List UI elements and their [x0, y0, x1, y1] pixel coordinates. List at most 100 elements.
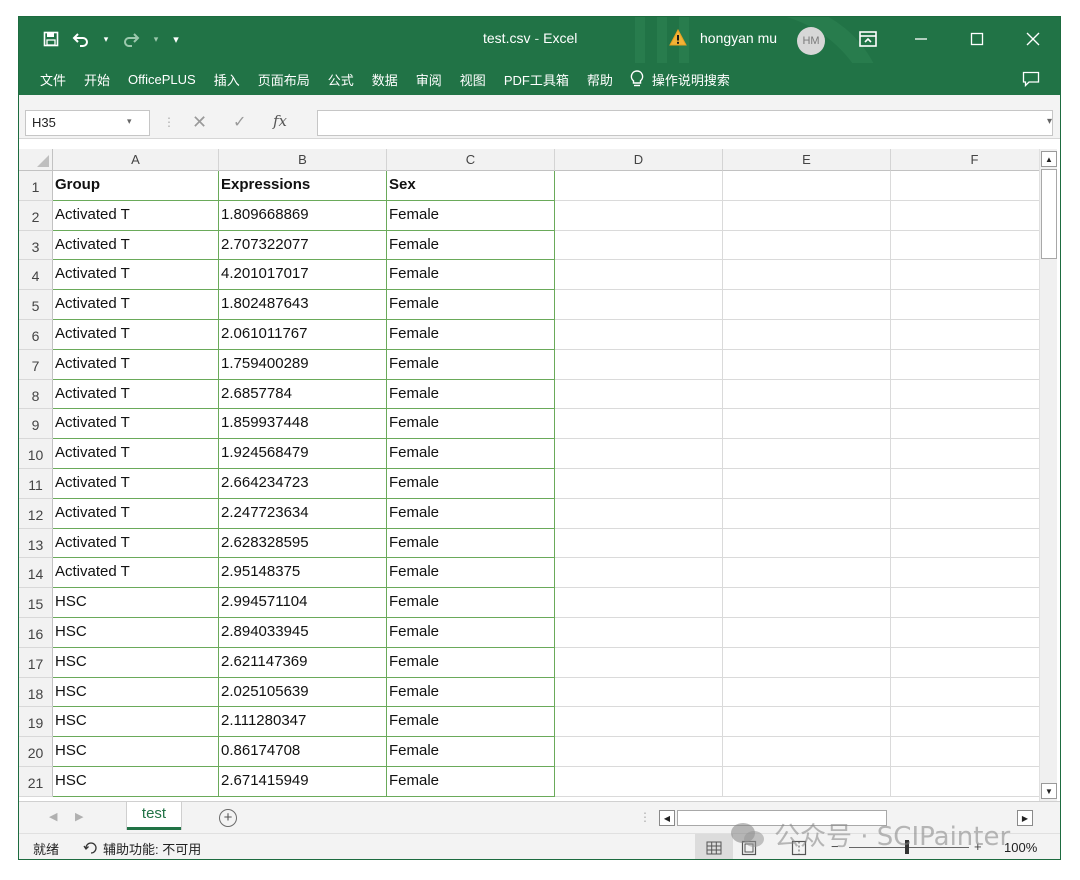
tell-me-search[interactable]: 操作说明搜索 [630, 70, 730, 89]
row-header[interactable]: 6 [19, 319, 53, 350]
cell-c[interactable]: Female [387, 319, 555, 350]
cell-e[interactable] [723, 588, 891, 618]
cell-f[interactable] [891, 380, 1039, 410]
avatar[interactable]: HM [797, 27, 825, 55]
cell-f[interactable] [891, 171, 1039, 201]
redo-dropdown-icon[interactable]: ▾ [151, 29, 161, 49]
row-header[interactable]: 3 [19, 230, 53, 261]
tab-review[interactable]: 审阅 [407, 70, 451, 89]
column-header-c[interactable]: C [387, 149, 555, 171]
cell-b[interactable]: 0.86174708 [219, 737, 387, 767]
cell-b[interactable]: 2.894033945 [219, 617, 387, 648]
cell-c[interactable]: Female [387, 409, 555, 440]
tab-view[interactable]: 视图 [451, 70, 495, 89]
row-header[interactable]: 18 [19, 677, 53, 708]
cell-d[interactable] [555, 588, 723, 618]
cell-a[interactable]: Group [53, 171, 219, 201]
insert-function-button[interactable]: fx [273, 112, 287, 130]
cell-b[interactable]: 2.628328595 [219, 528, 387, 559]
cell-a[interactable]: HSC [53, 707, 219, 738]
row-header[interactable]: 17 [19, 647, 53, 678]
scroll-down-icon[interactable]: ▼ [1041, 783, 1057, 799]
cell-e[interactable] [723, 766, 891, 797]
cell-e[interactable] [723, 677, 891, 708]
column-header-a[interactable]: A [53, 149, 219, 171]
scroll-left-icon[interactable]: ◀ [659, 810, 675, 826]
cell-d[interactable] [555, 439, 723, 469]
cell-b[interactable]: 4.201017017 [219, 260, 387, 291]
cell-c[interactable]: Female [387, 200, 555, 231]
cell-a[interactable]: HSC [53, 588, 219, 618]
cell-c[interactable]: Female [387, 468, 555, 499]
cell-e[interactable] [723, 439, 891, 469]
cell-c[interactable]: Female [387, 379, 555, 410]
customize-toolbar-icon[interactable]: ▾ [171, 29, 181, 49]
row-header[interactable]: 20 [19, 737, 53, 767]
cell-f[interactable] [891, 469, 1039, 499]
cell-a[interactable]: HSC [53, 617, 219, 648]
cell-e[interactable] [723, 379, 891, 410]
row-header[interactable]: 12 [19, 498, 53, 529]
cell-a[interactable]: Activated T [53, 200, 219, 231]
cell-c[interactable]: Female [387, 588, 555, 618]
cell-f[interactable] [891, 201, 1039, 231]
cell-d[interactable] [555, 647, 723, 678]
cell-f[interactable] [891, 231, 1039, 261]
cell-c[interactable]: Sex [387, 171, 555, 201]
cell-a[interactable]: Activated T [53, 319, 219, 350]
cell-a[interactable]: Activated T [53, 260, 219, 291]
cell-e[interactable] [723, 349, 891, 380]
cell-f[interactable] [891, 618, 1039, 648]
cell-f[interactable] [891, 529, 1039, 559]
cell-e[interactable] [723, 737, 891, 767]
maximize-icon[interactable] [963, 25, 991, 53]
row-header[interactable]: 2 [19, 200, 53, 231]
cell-d[interactable] [555, 349, 723, 380]
cell-d[interactable] [555, 200, 723, 231]
cell-d[interactable] [555, 766, 723, 797]
cell-e[interactable] [723, 230, 891, 261]
tab-data[interactable]: 数据 [363, 70, 407, 89]
cell-f[interactable] [891, 737, 1039, 767]
cell-b[interactable]: 2.994571104 [219, 588, 387, 618]
cell-c[interactable]: Female [387, 290, 555, 320]
cell-f[interactable] [891, 290, 1039, 320]
cell-d[interactable] [555, 528, 723, 559]
cell-d[interactable] [555, 230, 723, 261]
cell-a[interactable]: Activated T [53, 409, 219, 440]
cell-a[interactable]: Activated T [53, 468, 219, 499]
cell-b[interactable]: 1.809668869 [219, 200, 387, 231]
cell-c[interactable]: Female [387, 617, 555, 648]
select-all-button[interactable] [19, 149, 53, 171]
cell-d[interactable] [555, 319, 723, 350]
prev-sheet-icon[interactable]: ◀ [49, 810, 57, 823]
cell-b[interactable]: 2.247723634 [219, 498, 387, 529]
add-sheet-button[interactable]: + [219, 809, 237, 827]
column-header-e[interactable]: E [723, 149, 891, 171]
cell-c[interactable]: Female [387, 647, 555, 678]
row-header[interactable]: 14 [19, 558, 53, 589]
tab-page-layout[interactable]: 页面布局 [249, 70, 319, 89]
name-box-dropdown-icon[interactable]: ▾ [127, 116, 132, 127]
cell-a[interactable]: Activated T [53, 498, 219, 529]
cell-a[interactable]: Activated T [53, 230, 219, 261]
cell-d[interactable] [555, 677, 723, 708]
cell-a[interactable]: Activated T [53, 528, 219, 559]
cell-f[interactable] [891, 648, 1039, 678]
tab-file[interactable]: 文件 [31, 70, 75, 89]
cell-d[interactable] [555, 737, 723, 767]
cell-f[interactable] [891, 320, 1039, 350]
undo-dropdown-icon[interactable]: ▾ [101, 29, 111, 49]
cell-b[interactable]: 1.759400289 [219, 349, 387, 380]
row-header[interactable]: 8 [19, 379, 53, 410]
cell-b[interactable]: 2.707322077 [219, 230, 387, 261]
cell-e[interactable] [723, 171, 891, 201]
row-header[interactable]: 7 [19, 349, 53, 380]
cell-d[interactable] [555, 290, 723, 320]
cell-a[interactable]: Activated T [53, 558, 219, 589]
row-header[interactable]: 16 [19, 617, 53, 648]
cell-f[interactable] [891, 588, 1039, 618]
column-header-b[interactable]: B [219, 149, 387, 171]
cell-e[interactable] [723, 707, 891, 738]
cell-c[interactable]: Female [387, 528, 555, 559]
